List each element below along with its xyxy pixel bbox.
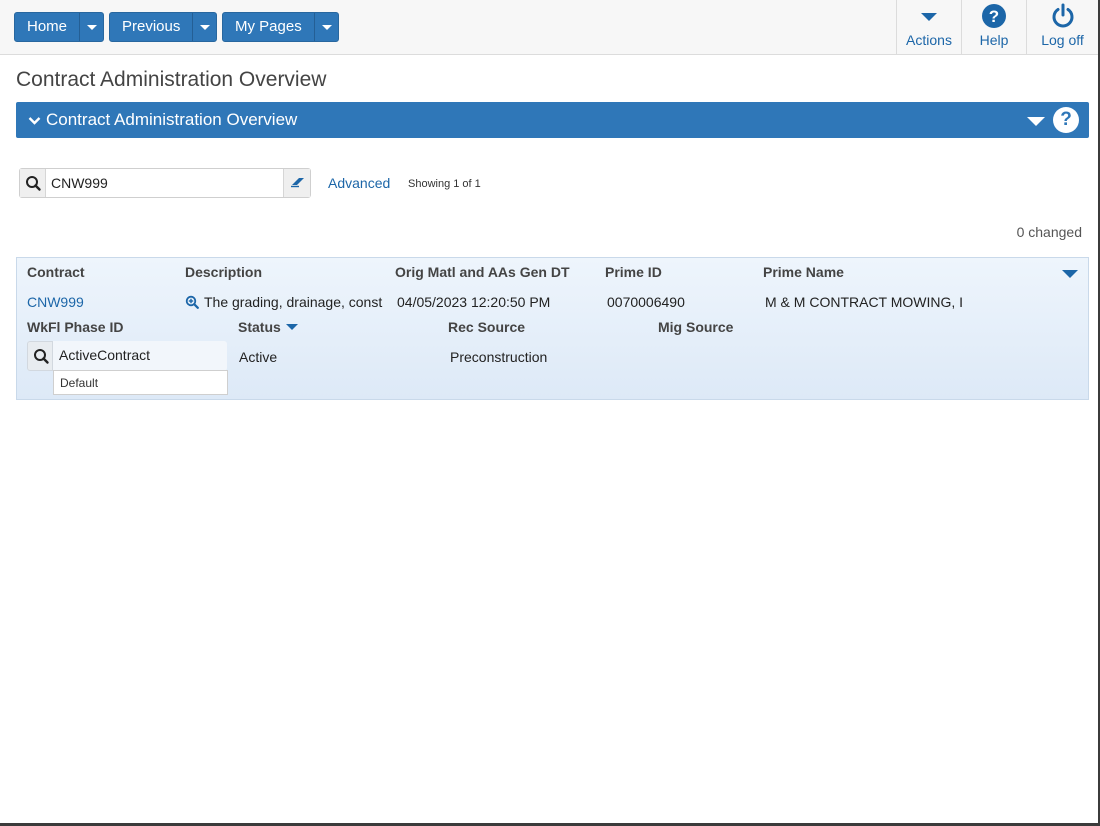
sort-caret-icon[interactable] [285,324,298,330]
description-cell: The grading, drainage, const [204,294,383,310]
header-prime-id: Prime ID [605,264,662,280]
header-rec-source: Rec Source [448,319,526,335]
log-off-button[interactable]: Log off [1026,0,1098,55]
page-title: Contract Administration Overview [16,68,327,91]
previous-dropdown-caret-icon[interactable] [192,13,216,41]
panel-header: Contract Administration Overview ? [16,102,1089,138]
panel-title[interactable]: Contract Administration Overview [46,110,297,130]
my-pages-button[interactable]: My Pages [223,13,314,41]
zoom-in-icon[interactable] [185,295,199,314]
log-off-label: Log off [1041,32,1084,48]
power-icon [1050,0,1076,32]
search-box [19,168,311,198]
my-pages-dropdown-caret-icon[interactable] [313,13,338,41]
panel-help-icon[interactable]: ? [1053,107,1079,133]
rec-source-cell: Preconstruction [450,349,548,365]
header-wkfl-phase: WkFl Phase ID [27,319,124,335]
header-status-label: Status [238,319,281,335]
wkfl-phase-field[interactable]: ActiveContract [27,341,227,371]
top-actions: Actions ? Help Log off [896,0,1098,55]
chevron-down-icon[interactable] [28,113,41,131]
home-button-group: Home [14,12,105,42]
search-icon[interactable] [20,169,46,197]
header-orig-matl: Orig Matl and AAs Gen DT [395,264,570,280]
wkfl-phase-value: ActiveContract [59,347,151,363]
contract-link[interactable]: CNW999 [27,294,84,310]
header-description: Description [185,264,263,280]
svg-text:?: ? [989,7,999,26]
result-count: Showing 1 of 1 [408,178,481,190]
help-label: Help [979,32,1009,48]
changed-count: 0 changed [1016,224,1082,240]
advanced-search-link[interactable]: Advanced [328,175,390,191]
help-button[interactable]: ? Help [961,0,1026,55]
top-bar: Home Previous My Pages Actions ? Help Lo… [0,0,1098,55]
app-window: Home Previous My Pages Actions ? Help Lo… [0,0,1100,826]
contract-grid: Contract Description Orig Matl and AAs G… [16,257,1089,400]
status-cell: Active [239,349,278,365]
search-input[interactable] [47,169,284,197]
actions-button[interactable]: Actions [896,0,961,55]
header-status[interactable]: Status [238,319,298,335]
search-icon[interactable] [27,341,53,371]
panel-menu-caret-icon[interactable] [1027,117,1045,126]
home-dropdown-caret-icon[interactable] [79,13,103,41]
previous-button-group: Previous [109,12,218,42]
prime-name-cell: M & M CONTRACT MOWING, I [765,294,964,310]
help-icon: ? [981,0,1007,32]
header-mig-source: Mig Source [658,319,734,335]
caret-down-icon [920,0,938,32]
orig-matl-cell: 04/05/2023 12:20:50 PM [397,294,551,310]
header-contract: Contract [27,264,85,280]
prime-id-cell: 0070006490 [607,294,685,310]
home-button[interactable]: Home [15,13,79,41]
previous-button[interactable]: Previous [110,13,192,41]
actions-label: Actions [906,32,952,48]
row-menu-caret-icon[interactable] [1062,270,1078,278]
my-pages-button-group: My Pages [222,12,339,42]
eraser-icon[interactable] [283,169,310,197]
wkfl-phase-option[interactable]: Default [53,370,228,395]
header-prime-name: Prime Name [763,264,844,280]
